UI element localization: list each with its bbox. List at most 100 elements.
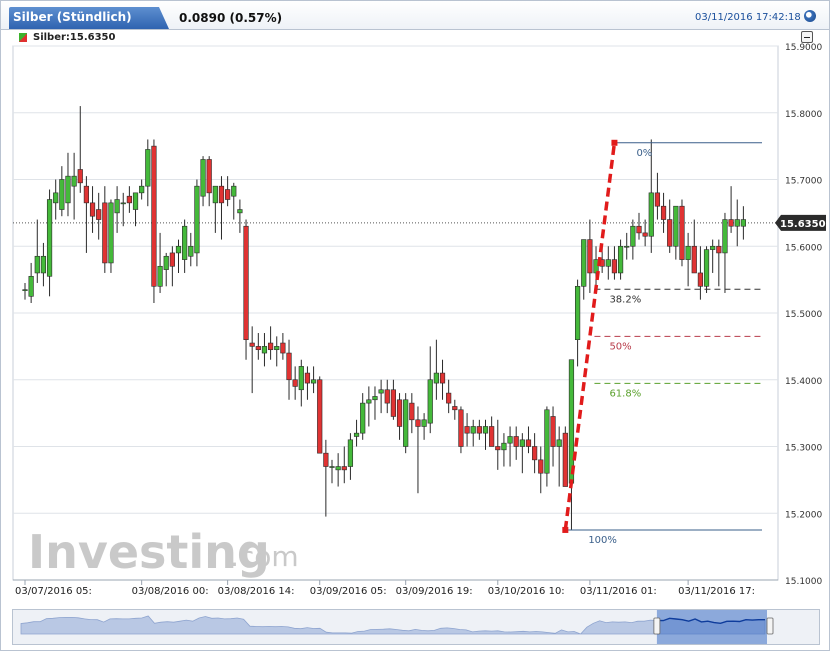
fib-level-label: 61.8% <box>609 388 641 399</box>
candle-body <box>34 255 40 274</box>
candle-body <box>304 372 311 384</box>
x-tick-label: 03/07/2016 05: <box>15 586 92 597</box>
candle-body <box>691 245 697 274</box>
candle-body <box>611 259 618 274</box>
candle-body <box>83 185 89 204</box>
candle-body <box>507 436 513 444</box>
candle-body <box>489 426 495 447</box>
candle-body <box>458 409 464 447</box>
candle <box>317 376 323 454</box>
candle-body <box>77 169 83 184</box>
candle-body <box>446 392 452 404</box>
candle-body <box>378 389 384 394</box>
candle-body <box>710 245 716 250</box>
candle-body <box>28 275 34 297</box>
candle-body <box>249 342 255 347</box>
candle-body <box>513 436 519 447</box>
candle-body <box>685 245 691 260</box>
x-tick-label: 03/10/2016 10: <box>488 586 565 597</box>
candle-body <box>390 389 397 417</box>
candle-body <box>660 205 667 220</box>
candle-body <box>624 245 630 248</box>
candle-body <box>617 245 624 274</box>
y-tick-label: 15.2000 <box>785 510 822 520</box>
candle-body <box>403 399 409 447</box>
y-tick-label: 15.6000 <box>785 243 822 253</box>
candle <box>243 219 249 360</box>
candle <box>151 139 157 303</box>
candle-body <box>703 249 710 287</box>
candle-body <box>194 185 200 254</box>
candle-body <box>501 442 507 451</box>
candle-body <box>237 209 243 214</box>
candle-body <box>568 359 575 484</box>
candle-body <box>360 402 366 434</box>
candle-body <box>538 459 544 474</box>
candle-body <box>550 416 556 447</box>
candle-body <box>476 426 482 434</box>
candle-body <box>716 245 722 254</box>
fib-level-label: 100% <box>588 535 617 546</box>
y-tick-label: 15.8000 <box>785 110 822 120</box>
watermark: Investing .com <box>28 525 299 579</box>
candle-body <box>396 399 403 427</box>
y-tick-label: 15.5000 <box>785 310 822 320</box>
candle-body <box>59 179 65 210</box>
candle-body <box>114 199 120 214</box>
candle-body <box>40 255 47 274</box>
candle-body <box>654 192 661 207</box>
candle-body <box>96 209 102 220</box>
candle-body <box>323 452 329 467</box>
candle-body <box>679 205 685 260</box>
candle-body <box>169 252 175 267</box>
candle-body <box>544 409 550 474</box>
candle-body <box>421 419 427 427</box>
candle-body <box>108 202 114 264</box>
candle-body <box>525 439 532 447</box>
candle-body <box>519 439 525 447</box>
candle-body <box>581 239 587 287</box>
candle-body <box>673 205 679 247</box>
candle-body <box>384 389 390 404</box>
x-tick-label: 03/11/2016 01: <box>580 586 657 597</box>
fib-handle-start <box>562 526 569 533</box>
candle-body <box>139 185 145 194</box>
candle-body <box>642 232 648 237</box>
candle-body <box>46 199 53 277</box>
candle-body <box>734 219 740 227</box>
candle-body <box>427 379 433 424</box>
candle <box>458 406 464 454</box>
navigator-svg[interactable] <box>13 610 819 644</box>
fib-handle-end <box>611 139 618 146</box>
candle-body <box>286 352 292 381</box>
candle-body <box>132 192 139 210</box>
candle-body <box>482 426 489 434</box>
y-tick-label: 15.7000 <box>785 177 822 187</box>
navigator-handle[interactable] <box>653 617 661 635</box>
candle-body <box>298 366 304 391</box>
candle-body <box>636 225 642 234</box>
candle-body <box>470 426 476 434</box>
candle-body <box>145 149 151 187</box>
candle-body <box>605 259 611 267</box>
candle-body <box>225 189 231 200</box>
x-tick-label: 03/08/2016 00: <box>132 586 209 597</box>
candle-body <box>126 195 132 204</box>
candle-body <box>372 396 378 401</box>
candle-body <box>335 466 341 471</box>
candle-body <box>53 192 59 204</box>
candle-body <box>65 175 71 204</box>
candle-body <box>697 272 703 287</box>
candle-body <box>341 466 347 471</box>
candle-body <box>353 432 360 437</box>
navigator-handle[interactable] <box>766 617 774 635</box>
candle-body <box>243 225 249 341</box>
candle-body <box>163 255 169 270</box>
candle-body <box>182 225 188 260</box>
candle-body <box>22 289 28 291</box>
navigator[interactable] <box>12 609 820 645</box>
candle-body <box>89 202 96 217</box>
candle-body <box>175 245 182 254</box>
fib-level-label: 38.2% <box>609 294 641 305</box>
candle-body <box>102 202 108 264</box>
